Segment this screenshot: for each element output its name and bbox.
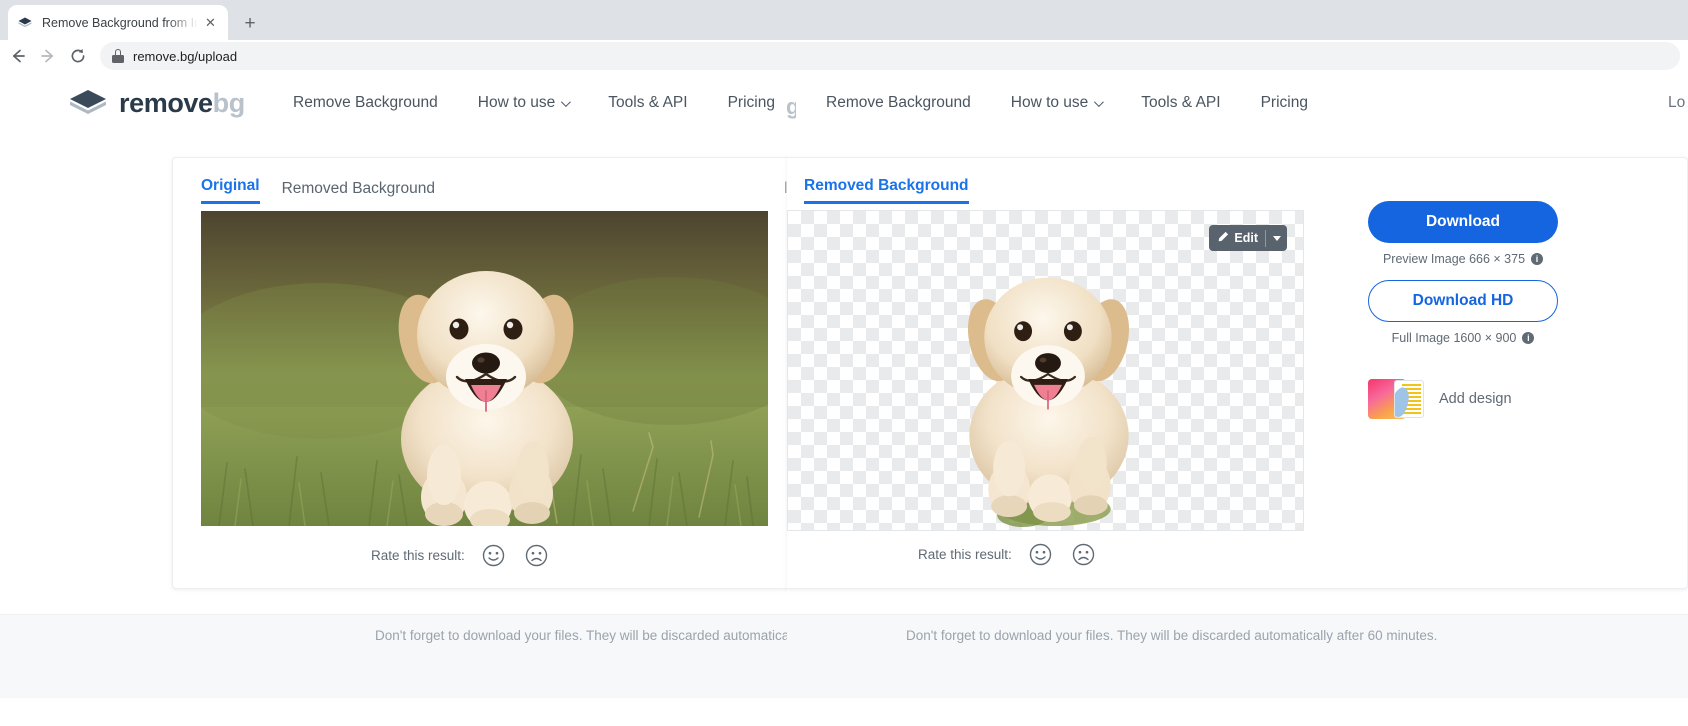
result-card-over: l Removed Background Edit Rate this resu…: [784, 157, 1688, 589]
nav-pricing-over[interactable]: Pricing: [1261, 94, 1308, 112]
tab-removed-background-over[interactable]: Removed Background: [804, 177, 969, 204]
edit-button-label: Edit: [1234, 231, 1258, 245]
nav-login[interactable]: Lo: [1668, 72, 1685, 134]
reload-icon[interactable]: [66, 44, 90, 68]
negative-face-icon[interactable]: [1072, 543, 1095, 566]
chevron-down-icon: [1094, 96, 1105, 107]
download-button[interactable]: Download: [1368, 201, 1558, 243]
page-viewport: removebg Remove Background How to use To…: [0, 72, 1688, 726]
add-design-thumbnails-icon: [1368, 379, 1426, 419]
address-bar-url: remove.bg/upload: [133, 48, 238, 64]
edit-button[interactable]: Edit: [1209, 225, 1287, 251]
positive-face-icon[interactable]: [1029, 543, 1052, 566]
preview-tabs-over: Removed Background: [804, 174, 991, 204]
nav-tools-api-over[interactable]: Tools & API: [1141, 94, 1220, 112]
forward-icon[interactable]: [36, 44, 60, 68]
address-bar[interactable]: remove.bg/upload: [100, 42, 1680, 70]
primary-nav-over: Remove Background How to use Tools & API…: [826, 72, 1308, 134]
orphan-glyph-tab: l: [784, 180, 788, 197]
site-header-over: g Remove Background How to use Tools & A…: [0, 72, 1688, 134]
browser-tab-title: Remove Background from Image: [42, 15, 198, 30]
lock-icon: [112, 49, 124, 63]
page-layer-over: g Remove Background How to use Tools & A…: [0, 72, 1688, 726]
browser-chrome: Remove Background from Image ✕ +: [0, 0, 1688, 72]
download-rail: Download Preview Image 666 × 375 i Downl…: [1368, 201, 1558, 419]
edit-button-separator: [1265, 229, 1266, 247]
orphan-glyph-nav: g: [786, 94, 796, 119]
preview-meta-label: Preview Image 666 × 375: [1382, 252, 1526, 266]
download-hd-button[interactable]: Download HD: [1368, 280, 1558, 322]
footer-band-over: [787, 614, 1688, 698]
pencil-icon: [1218, 231, 1229, 245]
info-icon[interactable]: i: [1531, 253, 1544, 265]
nav-how-to-use-over[interactable]: How to use: [1010, 94, 1105, 112]
full-image-meta-row: Full Image 1600 × 900 i: [1368, 331, 1558, 345]
nav-how-to-use-label-over: How to use: [1010, 94, 1089, 111]
preview-meta-row: Preview Image 666 × 375 i: [1368, 252, 1558, 266]
add-design-label: Add design: [1439, 391, 1512, 407]
close-icon[interactable]: ✕: [202, 14, 219, 31]
favicon-removebg-icon: [17, 15, 33, 31]
info-icon[interactable]: i: [1522, 332, 1535, 344]
rate-row-over: Rate this result:: [918, 543, 1115, 566]
design-thumb-card: [1394, 380, 1424, 418]
full-image-meta-label: Full Image 1600 × 900: [1391, 331, 1517, 345]
add-design-button[interactable]: Add design: [1368, 379, 1558, 419]
browser-tabstrip-right-fill: [787, 0, 1688, 40]
nav-remove-background-over[interactable]: Remove Background: [826, 94, 971, 112]
browser-tab[interactable]: Remove Background from Image ✕: [8, 5, 228, 40]
browser-toolbar: remove.bg/upload: [0, 40, 1688, 72]
cutout-puppy-photo: [967, 277, 1129, 528]
rate-label-over: Rate this result:: [918, 547, 1012, 562]
new-tab-button[interactable]: +: [236, 9, 264, 37]
chevron-down-icon[interactable]: [1273, 235, 1281, 241]
footer-notice-over: Don't forget to download your files. The…: [906, 628, 1438, 643]
back-icon[interactable]: [6, 44, 30, 68]
removed-background-frame[interactable]: Edit: [787, 210, 1304, 531]
